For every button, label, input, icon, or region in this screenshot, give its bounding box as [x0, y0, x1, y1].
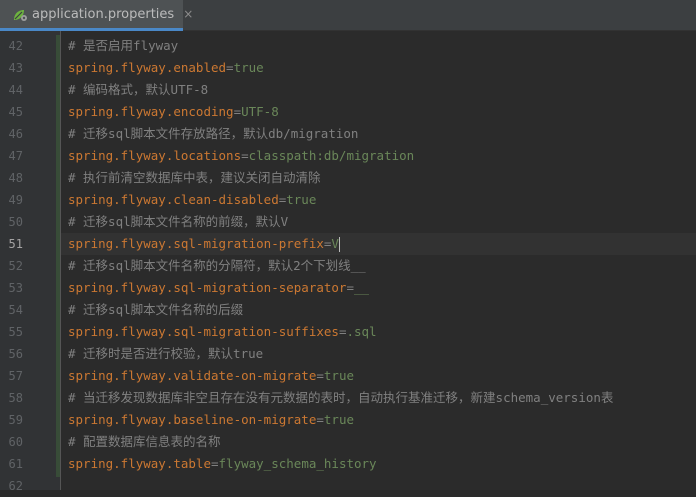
- line-number: 61: [8, 457, 23, 471]
- line-number: 48: [8, 171, 23, 185]
- equals-sign: =: [316, 368, 324, 383]
- line-number: 58: [8, 391, 23, 405]
- code-line[interactable]: spring.flyway.validate-on-migrate=true: [68, 365, 354, 387]
- comment-text: # 迁移sql脚本文件名称的分隔符，默认2个下划线__: [68, 258, 366, 273]
- property-key: spring.flyway.enabled: [68, 60, 227, 75]
- property-value: .sql: [346, 324, 377, 339]
- property-value: __: [353, 280, 370, 295]
- code-line[interactable]: # 迁移sql脚本文件名称的分隔符，默认2个下划线__: [68, 255, 366, 277]
- line-number: 47: [8, 149, 23, 163]
- line-number: 62: [8, 479, 23, 493]
- property-key: spring.flyway.sql-migration-separator: [68, 280, 347, 295]
- property-key: spring.flyway.encoding: [68, 104, 234, 119]
- comment-text: # 迁移sql脚本文件名称的前缀，默认V: [68, 214, 289, 229]
- line-number-gutter: 42 43 44 45 46 47 48 49 50 51 52 53 54 55 56 57 58 59 60 61…: [0, 31, 60, 493]
- code-line[interactable]: spring.flyway.clean-disabled=true: [68, 189, 316, 211]
- line-number: 57: [8, 369, 23, 383]
- code-line[interactable]: spring.flyway.enabled=true: [68, 57, 264, 79]
- code-line[interactable]: # 迁移sql脚本文件名称的后缀: [68, 299, 243, 321]
- code-line[interactable]: spring.flyway.sql-migration-suffixes=.sq…: [68, 321, 377, 343]
- equals-sign: =: [241, 148, 249, 163]
- code-editor[interactable]: 42 43 44 45 46 47 48 49 50 51 52 53 54 55 56 57 58 59 60 61…: [0, 31, 696, 493]
- editor-tab-bar: application.properties ×: [0, 0, 696, 31]
- tab-application-properties[interactable]: application.properties ×: [0, 0, 193, 31]
- code-line[interactable]: # 当迁移发现数据库非空且存在没有元数据的表时，自动执行基准迁移，新建schem…: [68, 387, 613, 409]
- comment-text: # 编码格式，默认UTF-8: [68, 82, 209, 97]
- code-line[interactable]: spring.flyway.table=flyway_schema_histor…: [68, 453, 377, 475]
- property-value: classpath:db/migration: [248, 148, 415, 163]
- comment-text: # 配置数据库信息表的名称: [68, 434, 221, 449]
- property-key: spring.flyway.table: [68, 456, 211, 471]
- code-line[interactable]: spring.flyway.baseline-on-migrate=true: [68, 409, 354, 431]
- line-number: 45: [8, 105, 23, 119]
- code-line[interactable]: # 是否启用flyway: [68, 35, 178, 57]
- line-number: 51: [8, 237, 23, 251]
- property-value: V: [331, 236, 339, 251]
- line-number: 44: [8, 83, 23, 97]
- equals-sign: =: [233, 104, 242, 119]
- code-line[interactable]: # 编码格式，默认UTF-8: [68, 79, 208, 101]
- equals-sign: =: [346, 280, 354, 295]
- line-number: 50: [8, 215, 23, 229]
- comment-text: # 是否启用flyway: [68, 38, 179, 53]
- gutter-divider: [60, 31, 61, 490]
- property-value: true: [323, 368, 354, 383]
- property-value: true: [286, 192, 317, 207]
- property-value: flyway_schema_history: [218, 456, 377, 471]
- code-line[interactable]: spring.flyway.locations=classpath:db/mig…: [68, 145, 414, 167]
- code-line[interactable]: # 执行前清空数据库中表，建议关闭自动清除: [68, 167, 321, 189]
- code-line[interactable]: spring.flyway.sql-migration-separator=__: [68, 277, 369, 299]
- code-line[interactable]: spring.flyway.encoding=UTF-8: [68, 101, 279, 123]
- close-icon[interactable]: ×: [183, 7, 193, 21]
- code-line[interactable]: # 迁移sql脚本文件存放路径，默认db/migration: [68, 123, 358, 145]
- line-number: 42: [8, 39, 23, 53]
- comment-text: # 迁移时是否进行校验，默认true: [68, 346, 264, 361]
- code-line[interactable]: # 迁移sql脚本文件名称的前缀，默认V: [68, 211, 288, 233]
- line-number: 59: [8, 413, 23, 427]
- comment-text: # 迁移sql脚本文件存放路径，默认db/migration: [68, 126, 359, 141]
- property-value: true: [233, 60, 264, 75]
- property-value: true: [323, 412, 354, 427]
- property-key: spring.flyway.locations: [68, 148, 242, 163]
- code-line[interactable]: # 配置数据库信息表的名称: [68, 431, 221, 453]
- spring-leaf-settings-icon: [12, 7, 28, 21]
- code-line[interactable]: spring.flyway.sql-migration-prefix=V: [68, 233, 340, 255]
- equals-sign: =: [211, 456, 219, 471]
- text-caret: [338, 237, 340, 252]
- equals-sign: =: [226, 60, 234, 75]
- tab-label: application.properties: [32, 6, 175, 22]
- code-line[interactable]: # 迁移时是否进行校验，默认true: [68, 343, 263, 365]
- line-number: 43: [8, 61, 23, 75]
- line-number: 55: [8, 325, 23, 339]
- line-number: 52: [8, 259, 23, 273]
- equals-sign: =: [316, 412, 324, 427]
- line-number: 54: [8, 303, 23, 317]
- property-key: spring.flyway.validate-on-migrate: [68, 368, 317, 383]
- comment-text: # 当迁移发现数据库非空且存在没有元数据的表时，自动执行基准迁移，新建schem…: [68, 390, 614, 405]
- line-number: 53: [8, 281, 23, 295]
- line-number: 49: [8, 193, 23, 207]
- line-number: 60: [8, 435, 23, 449]
- comment-text: # 执行前清空数据库中表，建议关闭自动清除: [68, 170, 321, 185]
- property-key: spring.flyway.sql-migration-suffixes: [68, 324, 339, 339]
- line-number: 46: [8, 127, 23, 141]
- property-value: UTF-8: [241, 104, 279, 119]
- property-key: spring.flyway.clean-disabled: [68, 192, 279, 207]
- property-key: spring.flyway.baseline-on-migrate: [68, 412, 317, 427]
- property-key: spring.flyway.sql-migration-prefix: [68, 236, 324, 251]
- line-number: 56: [8, 347, 23, 361]
- comment-text: # 迁移sql脚本文件名称的后缀: [68, 302, 244, 317]
